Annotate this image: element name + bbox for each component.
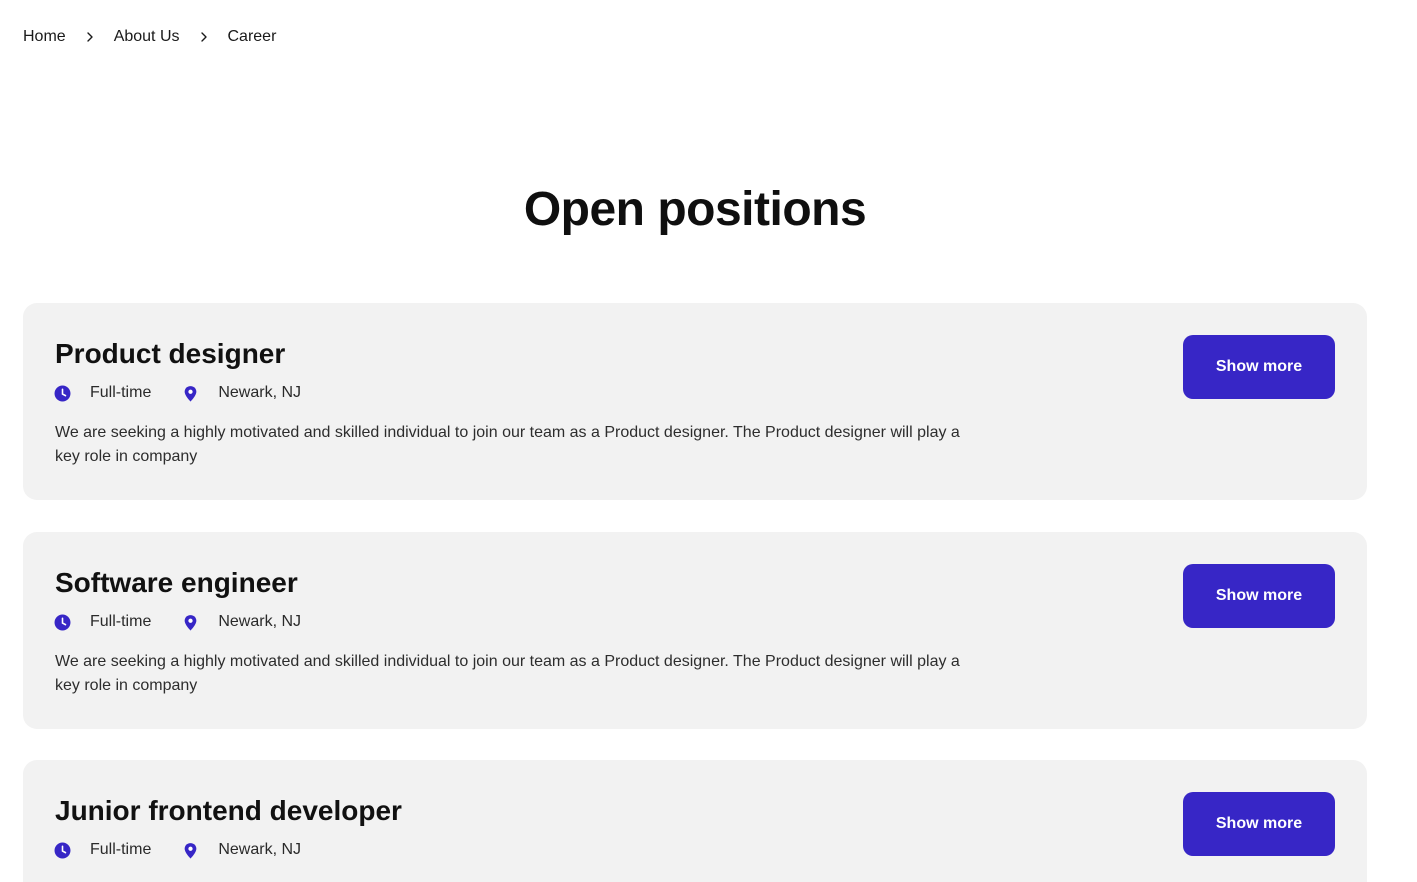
location: Newark, NJ [218,384,302,401]
location: Newark, NJ [218,841,302,858]
clock-icon [54,385,71,402]
employment-type: Full-time [90,384,152,401]
employment-type: Full-time [90,613,152,630]
position-description: We are seeking a highly motivated and sk… [55,424,960,465]
show-more-button[interactable]: Show more [1183,564,1335,628]
position-description: We are seeking a highly motivated and sk… [55,653,960,694]
employment-type: Full-time [90,841,152,858]
position-card: Product designer Full-time Newark, NJ We… [23,303,1367,500]
position-card: Software engineer Full-time Newark, NJ W… [23,532,1367,729]
clock-icon [54,614,71,631]
breadcrumb-home[interactable]: Home [23,27,66,47]
map-pin-icon [182,614,199,631]
chevron-right-icon [66,27,114,47]
clock-icon [54,842,71,859]
location: Newark, NJ [218,613,302,630]
breadcrumb-about-us[interactable]: About Us [114,27,180,47]
show-more-button[interactable]: Show more [1183,335,1335,399]
page-title: Open positions [523,183,867,236]
breadcrumb-career[interactable]: Career [228,27,277,47]
map-pin-icon [182,842,199,859]
position-meta: Full-time Newark, NJ [54,612,301,632]
breadcrumb: Home About Us Career [23,27,276,47]
position-card: Junior frontend developer Full-time Newa… [23,760,1367,882]
position-title: Product designer [55,338,286,369]
show-more-button[interactable]: Show more [1183,792,1335,856]
position-title: Software engineer [55,567,298,598]
position-title: Junior frontend developer [55,795,402,826]
position-meta: Full-time Newark, NJ [54,840,301,860]
position-meta: Full-time Newark, NJ [54,383,301,403]
chevron-right-icon [180,27,228,47]
map-pin-icon [182,385,199,402]
